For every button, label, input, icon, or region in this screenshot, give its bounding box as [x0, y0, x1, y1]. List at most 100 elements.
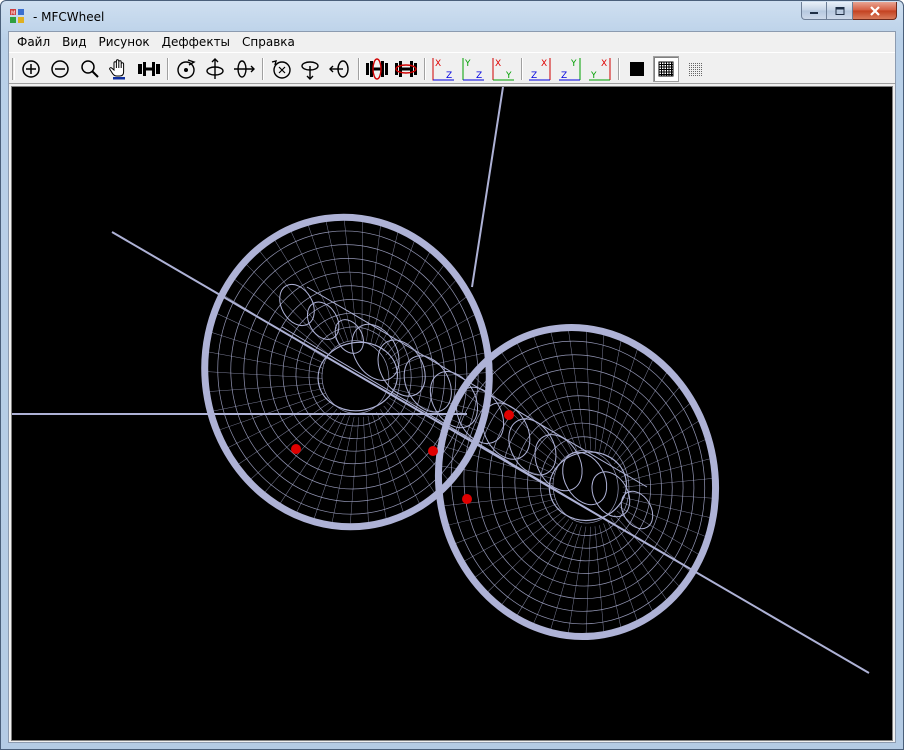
defect-marker: [462, 494, 472, 504]
view-zx-icon: X Z: [529, 58, 551, 81]
wheel-spoke: [622, 477, 716, 488]
view-yx-button[interactable]: X Y: [587, 56, 613, 82]
axis-label-top: Y: [570, 59, 577, 69]
axis-label-bottom: Z: [476, 71, 482, 81]
view-yz-button[interactable]: Y Z: [460, 56, 486, 82]
maximize-icon: [835, 6, 844, 15]
rotate-horizontal-button[interactable]: [327, 56, 353, 82]
wheel-spoke: [499, 519, 570, 608]
wheel-flip-right-button[interactable]: [393, 56, 419, 82]
wheel-spoke: [622, 496, 713, 519]
rotate-vertical-icon: [301, 61, 319, 80]
3d-viewport[interactable]: [11, 86, 893, 741]
wheel-spoke: [567, 526, 587, 636]
zoom-out-button[interactable]: [47, 56, 73, 82]
magnifier-button[interactable]: [77, 56, 103, 82]
view-zx-button[interactable]: X Z: [527, 56, 553, 82]
axis-label-bottom: Z: [561, 71, 567, 81]
solid-render-icon: [630, 62, 644, 76]
wheel-spoke: [532, 524, 578, 627]
wheel-spoke: [461, 508, 560, 563]
axle-section: [562, 451, 608, 506]
rotate-vertical-button[interactable]: [297, 56, 323, 82]
view-xz-icon: X Z: [432, 58, 454, 81]
window-controls: [801, 2, 897, 20]
wheel-spoke: [567, 327, 587, 450]
wheel-spoke: [485, 515, 566, 595]
fit-icon: [138, 62, 160, 76]
axis-label-bottom: Y: [505, 71, 512, 81]
view-yz-icon: Y Z: [462, 58, 484, 81]
wheel-spoke: [331, 416, 355, 526]
view-xz-button[interactable]: X Z: [430, 56, 456, 82]
points-render-button[interactable]: [682, 56, 708, 82]
axis-label-bottom: Z: [446, 71, 452, 81]
rotate-y-button[interactable]: [202, 56, 228, 82]
wheel-spoke: [206, 383, 323, 393]
wheel-spoke: [210, 388, 324, 412]
rotate-y-icon: [206, 58, 224, 79]
view-xy-button[interactable]: X Y: [490, 56, 516, 82]
axis-label-bottom: Z: [531, 71, 537, 81]
view-zy-button[interactable]: Y Z: [557, 56, 583, 82]
wheel-spoke: [472, 512, 563, 580]
menu-defects[interactable]: Деффекты: [156, 32, 236, 52]
toolbar-separator: [618, 58, 620, 80]
pan-button[interactable]: [106, 56, 132, 82]
rotate-free-icon: [271, 60, 291, 79]
minimize-icon: [810, 11, 818, 14]
right-wheel: [434, 323, 720, 641]
title-bar[interactable]: M - MFCWheel: [1, 1, 903, 31]
menu-view[interactable]: Вид: [56, 32, 92, 52]
wheel-spoke: [366, 222, 382, 342]
points-render-icon: [689, 63, 702, 76]
toolbar-separator: [262, 58, 264, 80]
toolbar-separator: [358, 58, 360, 80]
axis-label-top: X: [495, 59, 501, 69]
wireframe-render-icon: [658, 61, 674, 77]
rotate-x-icon: [177, 59, 196, 79]
pan-hand-icon: [109, 59, 125, 80]
toolbar-separator: [167, 58, 169, 80]
mfc-app-icon: M: [10, 9, 24, 23]
rotate-z-button[interactable]: [231, 56, 257, 82]
maximize-button[interactable]: [827, 2, 853, 20]
menu-file[interactable]: Файл: [11, 32, 56, 52]
axle-section: [334, 319, 364, 354]
wheel-spoke: [204, 371, 323, 379]
menu-bar: Файл Вид Рисунок Деффекты Справка: [9, 32, 895, 52]
wheel-flip-left-icon: [366, 58, 388, 80]
svg-text:M: M: [11, 11, 15, 17]
wheel-spoke: [367, 415, 387, 522]
wireframe-render-button[interactable]: [653, 56, 679, 82]
client-area: Файл Вид Рисунок Деффекты Справка X Z Y …: [8, 31, 896, 743]
rotate-x-button[interactable]: [173, 56, 199, 82]
fit-button[interactable]: [136, 56, 162, 82]
wheel-flip-left-button[interactable]: [364, 56, 390, 82]
solid-render-button[interactable]: [624, 56, 650, 82]
magnifier-icon: [81, 60, 99, 78]
wheel-spoke: [312, 415, 350, 522]
wheelset-wireframe-scene[interactable]: [12, 87, 893, 741]
menu-help[interactable]: Справка: [236, 32, 301, 52]
axis-label-top: X: [435, 59, 441, 69]
view-zy-icon: Y Z: [559, 58, 581, 81]
wheel-spoke: [515, 340, 574, 453]
zoom-out-icon: [51, 60, 69, 78]
wheel-rim: [434, 323, 720, 641]
minimize-button[interactable]: [801, 2, 827, 20]
close-button[interactable]: [853, 2, 897, 20]
wheel-spoke: [378, 249, 432, 349]
wheel-spoke: [549, 525, 582, 633]
menu-drawing[interactable]: Рисунок: [92, 32, 155, 52]
axle-section: [591, 471, 631, 518]
wheel-spoke: [208, 331, 324, 369]
wheel-hub: [548, 451, 628, 522]
rotate-free-button[interactable]: [268, 56, 294, 82]
toolbar-grip[interactable]: [12, 58, 15, 80]
zoom-in-button[interactable]: [18, 56, 44, 82]
wheel-flip-right-icon: [395, 61, 417, 77]
wheel-spoke: [374, 238, 416, 346]
rotate-z-icon: [234, 60, 255, 78]
wheel-spoke: [388, 294, 469, 360]
